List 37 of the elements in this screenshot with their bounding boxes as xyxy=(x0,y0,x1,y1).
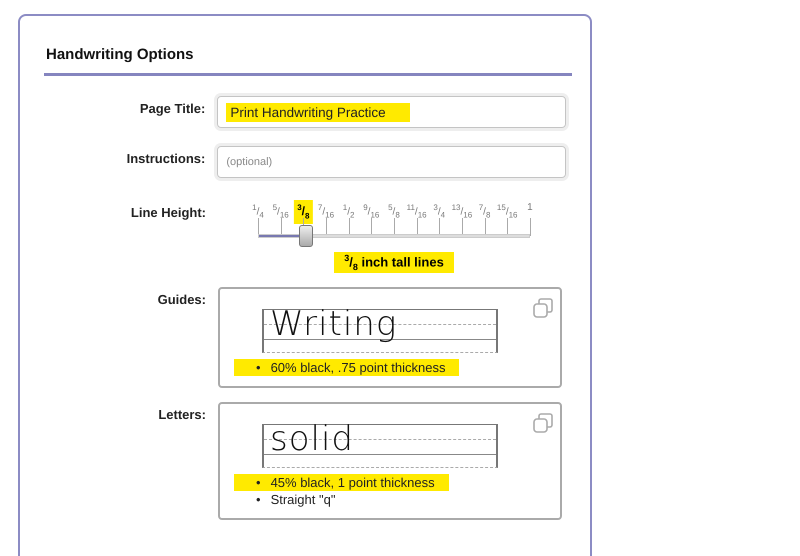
tick-label[interactable]: $^{3}$/$_{8}$ xyxy=(294,200,312,224)
tick-label[interactable]: $^{7}$/$_{8}$ xyxy=(478,200,490,224)
style-note: Straight "q" xyxy=(270,492,336,507)
field-value: Print Handwriting Practice xyxy=(226,102,410,122)
copy-icon[interactable] xyxy=(532,412,554,434)
copy-icon[interactable] xyxy=(532,296,554,319)
section-heading: Handwriting Options xyxy=(45,46,194,63)
field-label: Line Height: xyxy=(130,204,206,220)
slider-thumb[interactable] xyxy=(299,225,314,247)
bullet-mark: • xyxy=(256,360,261,375)
field-label: Page Title: xyxy=(138,100,206,116)
tick-label[interactable]: $^{15}$/$_{16}$ xyxy=(496,200,518,224)
bullet-mark: • xyxy=(256,474,261,490)
style-note: 45% black, 1 point thickness xyxy=(270,474,435,490)
sample-text: Writing xyxy=(270,304,398,344)
field-label: Letters: xyxy=(157,406,206,422)
tick-label[interactable]: $^{11}$/$_{16}$ xyxy=(406,200,427,224)
style-note: 60% black, .75 point thickness xyxy=(270,360,446,375)
input-field[interactable]: (optional) xyxy=(217,146,566,178)
field-label: Guides: xyxy=(156,290,206,307)
tick-label[interactable]: $^{3}$/$_{4}$ xyxy=(433,200,446,224)
tick-label[interactable]: $^{13}$/$_{16}$ xyxy=(452,200,472,224)
style-card[interactable]: solid • 45% black, 1 point thickness • Straight "q" xyxy=(218,402,562,520)
style-card[interactable]: Writing • 60% black, .75 point thickness xyxy=(218,286,562,388)
input-field[interactable]: Print Handwriting Practice xyxy=(217,96,566,128)
field-label: Instructions: xyxy=(126,150,206,166)
tick-label[interactable]: $^{1}$/$_{4}$ xyxy=(252,200,264,224)
tick-label[interactable]: $^{1}$/$_{2}$ xyxy=(342,200,354,224)
tick-label[interactable]: $^{5}$/$_{16}$ xyxy=(272,200,289,224)
tick-label[interactable]: 1 xyxy=(527,200,533,216)
tick-label[interactable]: $^{7}$/$_{16}$ xyxy=(318,200,334,224)
tick-label[interactable]: $^{5}$/$_{8}$ xyxy=(388,200,400,224)
tick-label[interactable]: $^{9}$/$_{16}$ xyxy=(363,200,380,224)
field-placeholder: (optional) xyxy=(226,156,272,168)
sample-text: solid xyxy=(270,418,354,459)
bullet-mark: • xyxy=(256,492,261,507)
slider-reading: $^{3}$/$_{8}$ inch tall lines xyxy=(334,252,454,273)
